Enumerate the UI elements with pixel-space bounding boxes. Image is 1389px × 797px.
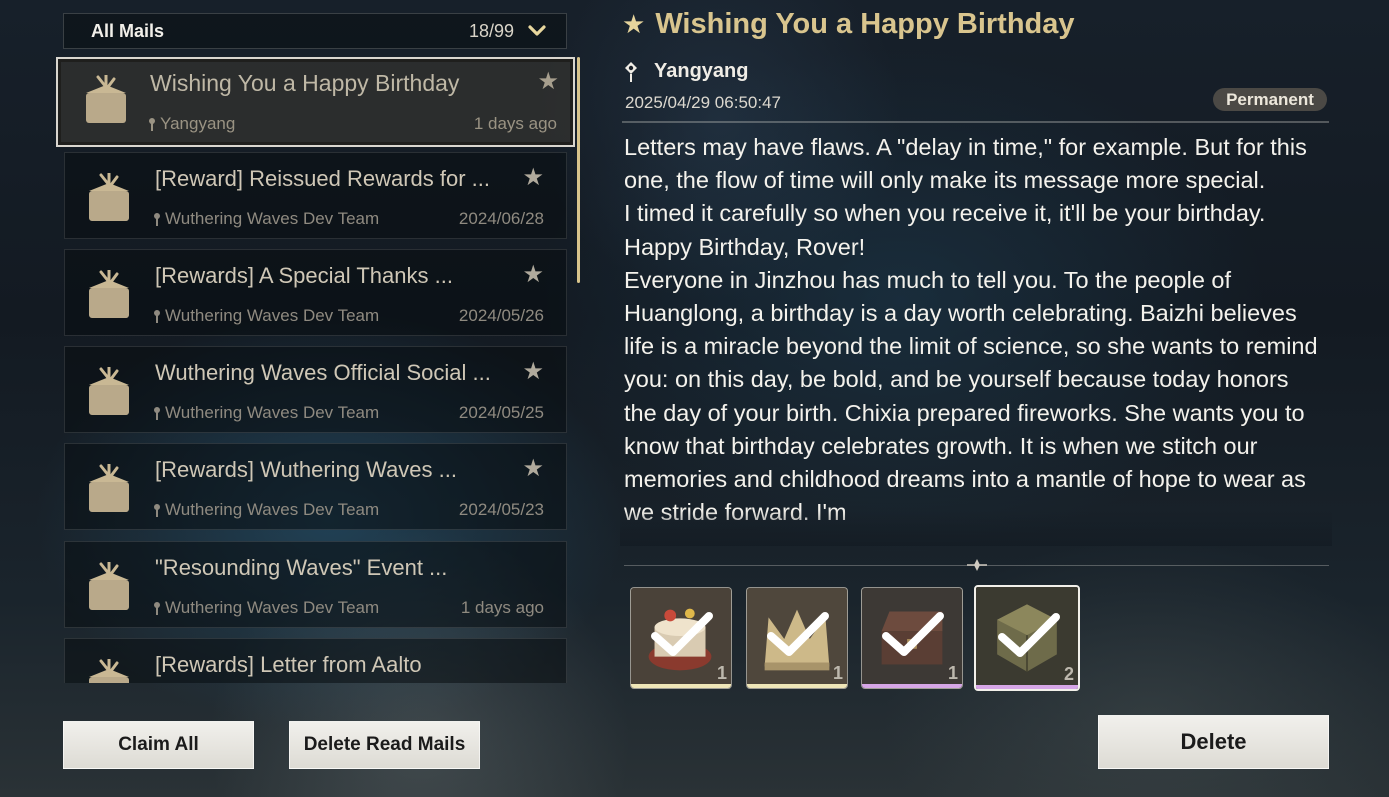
sender-icon: [154, 602, 160, 615]
mail-sender: Wuthering Waves Dev Team: [153, 306, 379, 326]
star-icon[interactable]: ★: [522, 260, 544, 289]
mail-envelope-icon: [86, 75, 126, 123]
mail-sender-name: Yangyang: [160, 114, 236, 133]
mail-date: 2024/06/28: [458, 209, 544, 228]
mail-date: 1 days ago: [473, 114, 557, 133]
sender-icon: [154, 213, 160, 226]
mail-envelope-icon: [89, 367, 129, 415]
mail-detail-title: Wishing You a Happy Birthday: [655, 8, 1075, 40]
mail-sender-name: Wuthering Waves Dev Team: [165, 403, 380, 422]
claimed-check-icon: [651, 612, 713, 656]
filter-right: 18/99: [469, 21, 546, 42]
divider: [622, 121, 1329, 123]
mail-date: 2024/05/23: [458, 500, 544, 519]
mail-title: [Rewards] Wuthering Waves ...: [155, 457, 457, 482]
star-icon[interactable]: ★: [522, 357, 544, 386]
mail-sender-name: Wuthering Waves Dev Team: [165, 598, 380, 617]
sender-icon: [154, 504, 160, 517]
delete-button[interactable]: Delete: [1098, 715, 1329, 769]
sender-icon: [625, 61, 637, 82]
sender-icon: [154, 310, 160, 323]
reward-item[interactable]: 1: [861, 587, 963, 689]
reward-item[interactable]: 1: [746, 587, 848, 689]
reward-quantity: 1: [716, 663, 727, 683]
mail-sender: Wuthering Waves Dev Team: [153, 500, 379, 520]
claimed-check-icon: [767, 612, 829, 656]
mail-item[interactable]: [Rewards] Wuthering Waves ... ★ Wutherin…: [64, 443, 567, 530]
mail-item[interactable]: Wuthering Waves Official Social ... ★ Wu…: [64, 346, 567, 433]
claim-all-button[interactable]: Claim All: [63, 721, 254, 769]
delete-read-mails-button[interactable]: Delete Read Mails: [289, 721, 480, 769]
reward-item[interactable]: 1: [630, 587, 732, 689]
chevron-down-icon: [528, 25, 546, 36]
star-icon[interactable]: ★: [522, 163, 544, 192]
mail-title: Wuthering Waves Official Social ...: [155, 360, 491, 385]
mail-sender-name: Wuthering Waves Dev Team: [165, 209, 380, 228]
permanent-badge: Permanent: [1213, 88, 1327, 111]
filter-title: All Mails: [91, 20, 165, 41]
mail-title: Wishing You a Happy Birthday: [150, 70, 460, 96]
rarity-bar: [631, 684, 731, 688]
mail-sender: Yangyang: [148, 114, 235, 134]
mail-sender-name: Wuthering Waves Dev Team: [165, 500, 380, 519]
star-icon[interactable]: ★: [622, 9, 645, 40]
mail-detail-datetime: 2025/04/29 06:50:47: [625, 93, 781, 112]
mail-body-text[interactable]: Letters may have flaws. A "delay in time…: [624, 131, 1324, 541]
mail-envelope-icon: [89, 562, 129, 610]
claimed-check-icon: [998, 613, 1060, 657]
mail-sender: Wuthering Waves Dev Team: [153, 209, 379, 229]
mail-detail-header: ★ Wishing You a Happy Birthday: [622, 8, 1075, 41]
mail-date: 1 days ago: [460, 598, 544, 617]
text-fade-overlay: [620, 510, 1332, 546]
reward-quantity: 1: [832, 663, 843, 683]
mail-title: [Rewards] Letter from Aalto: [155, 652, 422, 677]
mail-envelope-icon: [89, 659, 129, 683]
mail-item[interactable]: "Resounding Waves" Event ... Wuthering W…: [64, 541, 567, 628]
mail-item[interactable]: [Rewards] Letter from Aalto: [64, 638, 567, 683]
rarity-bar: [862, 684, 962, 688]
rarity-bar: [747, 684, 847, 688]
mail-sender: Wuthering Waves Dev Team: [153, 403, 379, 423]
mail-title: "Resounding Waves" Event ...: [155, 555, 448, 580]
star-icon[interactable]: ★: [522, 454, 544, 483]
sender-icon: [154, 407, 160, 420]
mail-item[interactable]: [Rewards] A Special Thanks ... ★ Wutheri…: [64, 249, 567, 336]
mail-item[interactable]: [Reward] Reissued Rewards for ... ★ Wuth…: [64, 152, 567, 239]
reward-quantity: 2: [1063, 664, 1074, 684]
mail-sender: Wuthering Waves Dev Team: [153, 598, 379, 618]
mail-title: [Reward] Reissued Rewards for ...: [155, 166, 491, 191]
reward-quantity: 1: [947, 663, 958, 683]
mail-envelope-icon: [89, 173, 129, 221]
mail-sender-name: Wuthering Waves Dev Team: [165, 306, 380, 325]
rarity-bar: [976, 685, 1078, 689]
mail-count: 18/99: [468, 20, 514, 41]
mail-date: 2024/05/26: [458, 306, 544, 325]
mail-list[interactable]: Wishing You a Happy Birthday ★ Yangyang …: [56, 55, 576, 683]
reward-item[interactable]: 2: [974, 585, 1080, 691]
ornament-icon: [967, 559, 987, 571]
mail-title: [Rewards] A Special Thanks ...: [155, 263, 453, 288]
mail-date: 2024/05/25: [458, 403, 544, 422]
mail-item[interactable]: Wishing You a Happy Birthday ★ Yangyang …: [56, 57, 575, 147]
star-icon[interactable]: ★: [537, 67, 559, 96]
claimed-check-icon: [882, 612, 944, 656]
mail-filter-dropdown[interactable]: All Mails 18/99: [63, 13, 567, 49]
mail-detail-sender: Yangyang: [622, 60, 748, 83]
mail-envelope-icon: [89, 464, 129, 512]
mail-list-scrollbar[interactable]: [577, 57, 580, 283]
mail-envelope-icon: [89, 270, 129, 318]
sender-icon: [149, 118, 155, 131]
sender-name: Yangyang: [654, 60, 749, 82]
